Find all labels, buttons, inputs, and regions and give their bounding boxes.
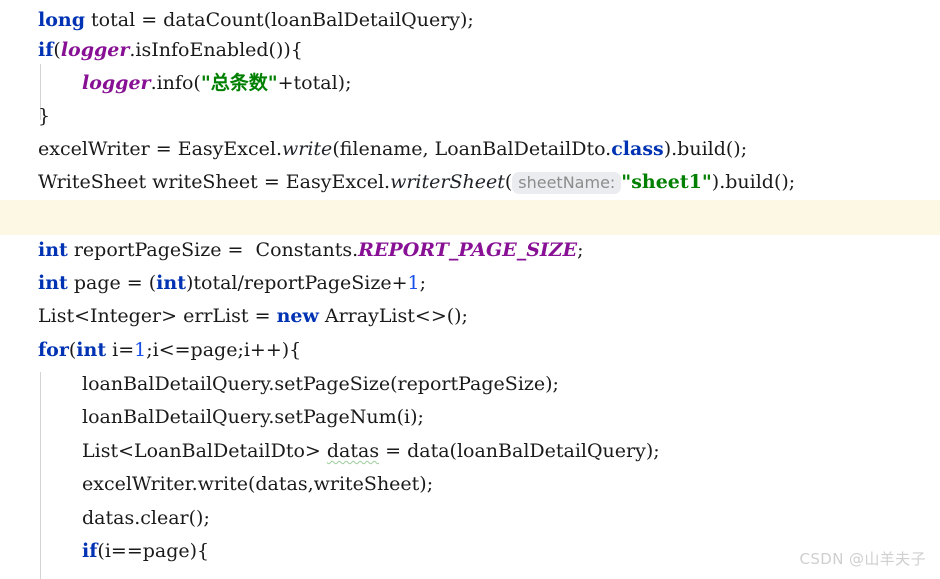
code-line[interactable]: excelWriter = EasyExcel.write(filename, …	[0, 133, 940, 166]
token-keyword: int	[38, 239, 68, 261]
token-method: writerSheet	[390, 171, 505, 193]
token-keyword: if	[38, 39, 54, 61]
token-text: datas.clear();	[82, 507, 210, 529]
token-text: (	[53, 39, 61, 61]
token-keyword: long	[38, 9, 85, 31]
token-text: WriteSheet writeSheet = EasyExcel.	[38, 171, 391, 193]
token-keyword: int	[76, 339, 107, 361]
token-keyword: class	[611, 138, 664, 160]
token-text: (filename, LoanBalDetailDto.	[332, 138, 612, 160]
code-editor[interactable]: long total = dataCount(loanBalDetailQuer…	[0, 0, 940, 579]
code-line[interactable]: int reportPageSize = Constants.REPORT_PA…	[0, 234, 940, 267]
token-keyword: for	[38, 339, 69, 361]
token-text: ).build();	[711, 171, 796, 193]
token-text: )total/reportPageSize+	[185, 272, 408, 294]
token-text: = data(loanBalDetailQuery);	[379, 440, 660, 462]
token-text: reportPageSize = Constants.	[67, 239, 359, 261]
token-text: total = dataCount(loanBalDetailQuery);	[85, 9, 474, 31]
code-line[interactable]: logger.info("总条数"+total);	[0, 67, 940, 100]
token-method: write	[282, 138, 333, 160]
code-line[interactable]: }	[0, 100, 940, 133]
token-text: .info(	[150, 72, 201, 94]
token-text: page = (	[67, 272, 157, 294]
csdn-watermark: CSDN @山羊夫子	[799, 550, 926, 568]
code-line[interactable]: List<LoanBalDetailDto> datas = data(loan…	[0, 435, 940, 468]
token-text: excelWriter = EasyExcel.	[38, 138, 282, 160]
token-keyword: if	[82, 540, 98, 562]
token-keyword: int	[156, 272, 186, 294]
token-number: 1	[134, 339, 147, 361]
token-text: ;	[419, 272, 426, 294]
token-text: List<Integer> errList =	[38, 305, 277, 327]
token-text: i=	[106, 339, 135, 361]
code-line[interactable]: int page = (int)total/reportPageSize+1;	[0, 267, 940, 300]
code-line[interactable]: excelWriter.write(datas,writeSheet);	[0, 468, 940, 501]
code-line[interactable]: long total = dataCount(loanBalDetailQuer…	[0, 4, 940, 37]
token-spellcheck-word: datas	[326, 440, 380, 462]
token-text: ;i<=page;i++){	[146, 339, 302, 361]
token-text: ;	[577, 239, 584, 261]
token-text: ArrayList<>();	[318, 305, 468, 327]
code-line-empty[interactable]	[0, 200, 940, 233]
token-text: List<LoanBalDetailDto>	[82, 440, 327, 462]
token-text: ).build();	[663, 138, 748, 160]
token-text: loanBalDetailQuery.setPageSize(reportPag…	[82, 373, 559, 395]
code-line[interactable]: if(logger.isInfoEnabled()){	[0, 34, 940, 67]
code-line[interactable]: WriteSheet writeSheet = EasyExcel.writer…	[0, 166, 940, 199]
token-text: }	[38, 105, 51, 127]
token-static-field: REPORT_PAGE_SIZE	[358, 239, 578, 261]
token-text: .isInfoEnabled()){	[129, 39, 303, 61]
token-number: 1	[407, 272, 420, 294]
token-text: excelWriter.write(datas,writeSheet);	[82, 473, 434, 495]
code-line[interactable]: loanBalDetailQuery.setPageSize(reportPag…	[0, 368, 940, 401]
token-keyword: int	[38, 272, 68, 294]
token-text: loanBalDetailQuery.setPageNum(i);	[82, 406, 424, 428]
code-line[interactable]: loanBalDetailQuery.setPageNum(i);	[0, 401, 940, 434]
parameter-hint-badge[interactable]: sheetName:	[512, 172, 622, 194]
token-text: +total);	[277, 72, 352, 94]
token-text: (i==page){	[97, 540, 210, 562]
code-line[interactable]: for(int i=1;i<=page;i++){	[0, 334, 940, 367]
code-line[interactable]: datas.clear();	[0, 502, 940, 535]
token-keyword: new	[276, 305, 319, 327]
token-string: "sheet1"	[621, 171, 712, 193]
token-string: "总条数"	[200, 72, 278, 94]
code-line[interactable]: List<Integer> errList = new ArrayList<>(…	[0, 300, 940, 333]
token-field: logger	[82, 72, 151, 94]
token-field: logger	[60, 39, 130, 61]
